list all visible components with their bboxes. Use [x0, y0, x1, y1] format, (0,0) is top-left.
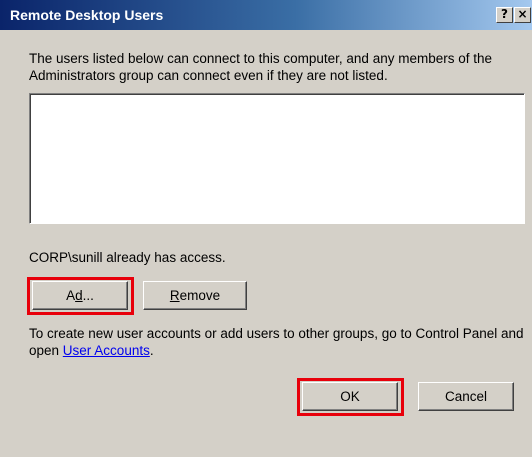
- access-note: CORP\sunill already has access.: [29, 250, 226, 265]
- users-listbox[interactable]: [29, 93, 525, 224]
- remove-button[interactable]: Remove: [143, 281, 247, 310]
- description-text: The users listed below can connect to th…: [29, 51, 492, 83]
- dialog-title: Remote Desktop Users: [10, 7, 164, 23]
- add-accesskey: d: [75, 288, 83, 303]
- add-label-rest: ...: [82, 288, 94, 303]
- remote-desktop-users-dialog: Remote Desktop Users ? × The users liste…: [0, 0, 532, 457]
- help-button[interactable]: ?: [496, 7, 513, 23]
- close-icon: ×: [517, 7, 528, 21]
- info-text-suffix: .: [149, 343, 154, 358]
- cancel-button[interactable]: Cancel: [418, 382, 514, 411]
- add-label-prefix: A: [66, 288, 76, 303]
- remove-accesskey: R: [169, 288, 180, 303]
- add-button[interactable]: Ad...: [32, 281, 128, 310]
- user-accounts-link[interactable]: User Accounts: [63, 343, 150, 358]
- help-icon: ?: [501, 7, 508, 21]
- close-button[interactable]: ×: [514, 7, 531, 23]
- info-text: To create new user accounts or add users…: [29, 325, 529, 359]
- title-bar[interactable]: Remote Desktop Users ? ×: [0, 0, 532, 30]
- ok-button[interactable]: OK: [302, 382, 398, 411]
- remove-label-rest: emove: [179, 288, 221, 303]
